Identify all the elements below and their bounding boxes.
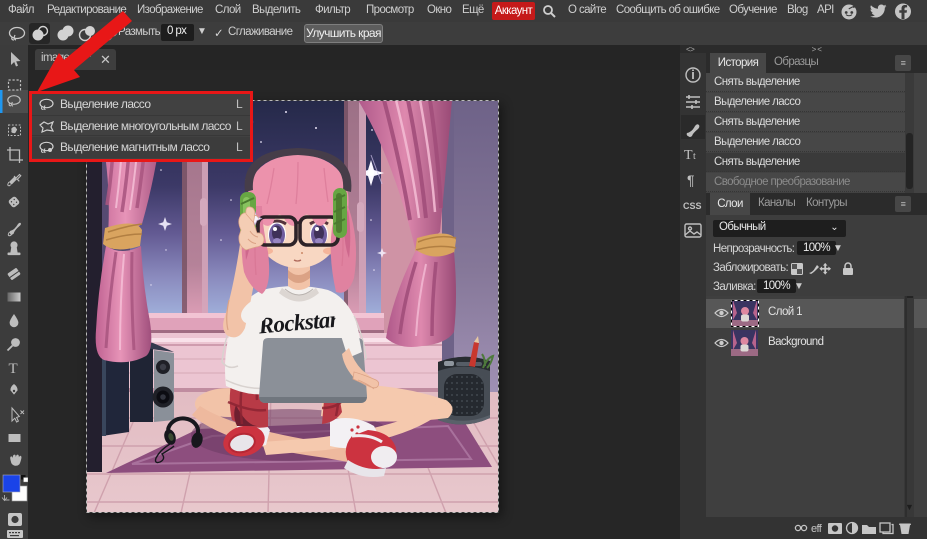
- svg-text:T: T: [9, 361, 18, 377]
- svg-text:¶: ¶: [687, 172, 694, 188]
- svg-text:T: T: [684, 148, 693, 163]
- svg-text:<>: <>: [686, 45, 695, 54]
- svg-text:eff: eff: [811, 523, 823, 535]
- svg-text:CSS: CSS: [683, 201, 702, 211]
- svg-text:t: t: [693, 151, 696, 162]
